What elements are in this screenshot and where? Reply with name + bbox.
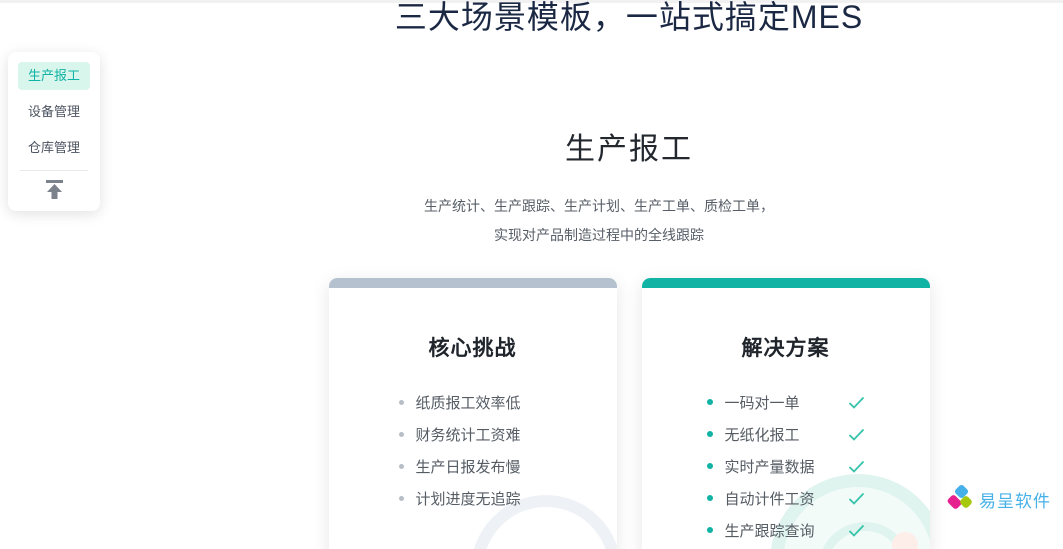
page: 三大场景模板，一站式搞定MES 生产报工 设备管理 仓库管理 生产报工 生产统计… xyxy=(0,0,1063,549)
solution-item-label: 一码对一单 xyxy=(724,394,800,412)
challenge-item-list: 纸质报工效率低 财务统计工资难 生产日报发布慢 计划进度无追踪 xyxy=(398,386,547,514)
check-icon xyxy=(848,460,865,473)
solution-item-label: 无纸化报工 xyxy=(724,426,800,444)
bullet-dot-icon xyxy=(706,431,713,437)
sidebar-item-list: 生产报工 设备管理 仓库管理 xyxy=(8,62,100,162)
section-subtitle-line1: 生产统计、生产跟踪、生产计划、生产工单、质检工单， xyxy=(424,198,774,214)
solution-item-label: 自动计件工资 xyxy=(724,490,815,508)
solution-card: 解决方案 一码对一单 无纸化报工 实时产量数据 自动计件工资 生产跟踪查询 xyxy=(641,278,930,549)
challenge-card-title: 核心挑战 xyxy=(428,337,517,360)
bullet-dot-icon xyxy=(398,431,404,437)
section-subtitle-line2: 实现对产品制造过程中的全线跟踪 xyxy=(494,227,704,243)
bullet-dot-icon xyxy=(398,495,404,501)
solution-card-topbar xyxy=(641,278,930,288)
back-to-top-button[interactable] xyxy=(8,173,100,205)
challenge-card-topbar xyxy=(328,278,617,288)
solution-item-label: 实时产量数据 xyxy=(724,458,815,476)
bullet-dot-icon xyxy=(398,463,404,469)
section-subtitle: 生产统计、生产跟踪、生产计划、生产工单、质检工单， 实现对产品制造过程中的全线跟… xyxy=(165,192,1033,250)
solution-item: 自动计件工资 xyxy=(706,482,865,514)
challenge-item: 纸质报工效率低 xyxy=(398,386,547,418)
check-icon xyxy=(848,524,865,537)
page-title: 三大场景模板，一站式搞定MES xyxy=(394,0,864,35)
sidebar-item[interactable]: 生产报工 xyxy=(18,62,90,90)
solution-item: 生产跟踪查询 xyxy=(706,514,865,546)
section-title: 生产报工 xyxy=(565,133,693,166)
challenge-item-label: 生产日报发布慢 xyxy=(415,458,521,476)
solution-item: 一码对一单 xyxy=(706,386,865,418)
solution-item: 实时产量数据 xyxy=(706,450,865,482)
challenge-item: 生产日报发布慢 xyxy=(398,450,547,482)
solution-item: 无纸化报工 xyxy=(706,418,865,450)
sidebar-divider xyxy=(20,170,88,171)
challenge-item-label: 计划进度无追踪 xyxy=(415,490,521,508)
back-to-top-icon xyxy=(44,179,65,199)
challenge-item-label: 纸质报工效率低 xyxy=(415,394,521,412)
brand-logo: 易呈软件 xyxy=(946,483,1051,514)
check-icon xyxy=(848,428,865,441)
brand-logo-text: 易呈软件 xyxy=(979,492,1051,511)
challenge-item: 计划进度无追踪 xyxy=(398,482,547,514)
solution-item-list: 一码对一单 无纸化报工 实时产量数据 自动计件工资 生产跟踪查询 xyxy=(706,386,865,546)
solution-item-label: 生产跟踪查询 xyxy=(724,522,815,540)
bullet-dot-icon xyxy=(706,463,713,469)
challenge-item: 财务统计工资难 xyxy=(398,418,547,450)
check-icon xyxy=(848,396,865,409)
sidebar-item[interactable]: 仓库管理 xyxy=(18,134,90,162)
bullet-dot-icon xyxy=(398,399,404,405)
bullet-dot-icon xyxy=(706,527,713,533)
brand-logo-icon xyxy=(946,483,974,514)
challenge-item-label: 财务统计工资难 xyxy=(415,426,521,444)
decor-circle-pink xyxy=(891,532,918,549)
floating-sidebar: 生产报工 设备管理 仓库管理 xyxy=(8,52,100,211)
cards-row: 核心挑战 纸质报工效率低 财务统计工资难 生产日报发布慢 计划进度无追踪 解决方… xyxy=(195,278,1063,549)
challenge-card: 核心挑战 纸质报工效率低 财务统计工资难 生产日报发布慢 计划进度无追踪 xyxy=(328,278,617,549)
bullet-dot-icon xyxy=(706,495,713,501)
sidebar-item[interactable]: 设备管理 xyxy=(18,98,90,126)
check-icon xyxy=(848,492,865,505)
solution-card-title: 解决方案 xyxy=(741,337,830,360)
bullet-dot-icon xyxy=(706,399,713,405)
